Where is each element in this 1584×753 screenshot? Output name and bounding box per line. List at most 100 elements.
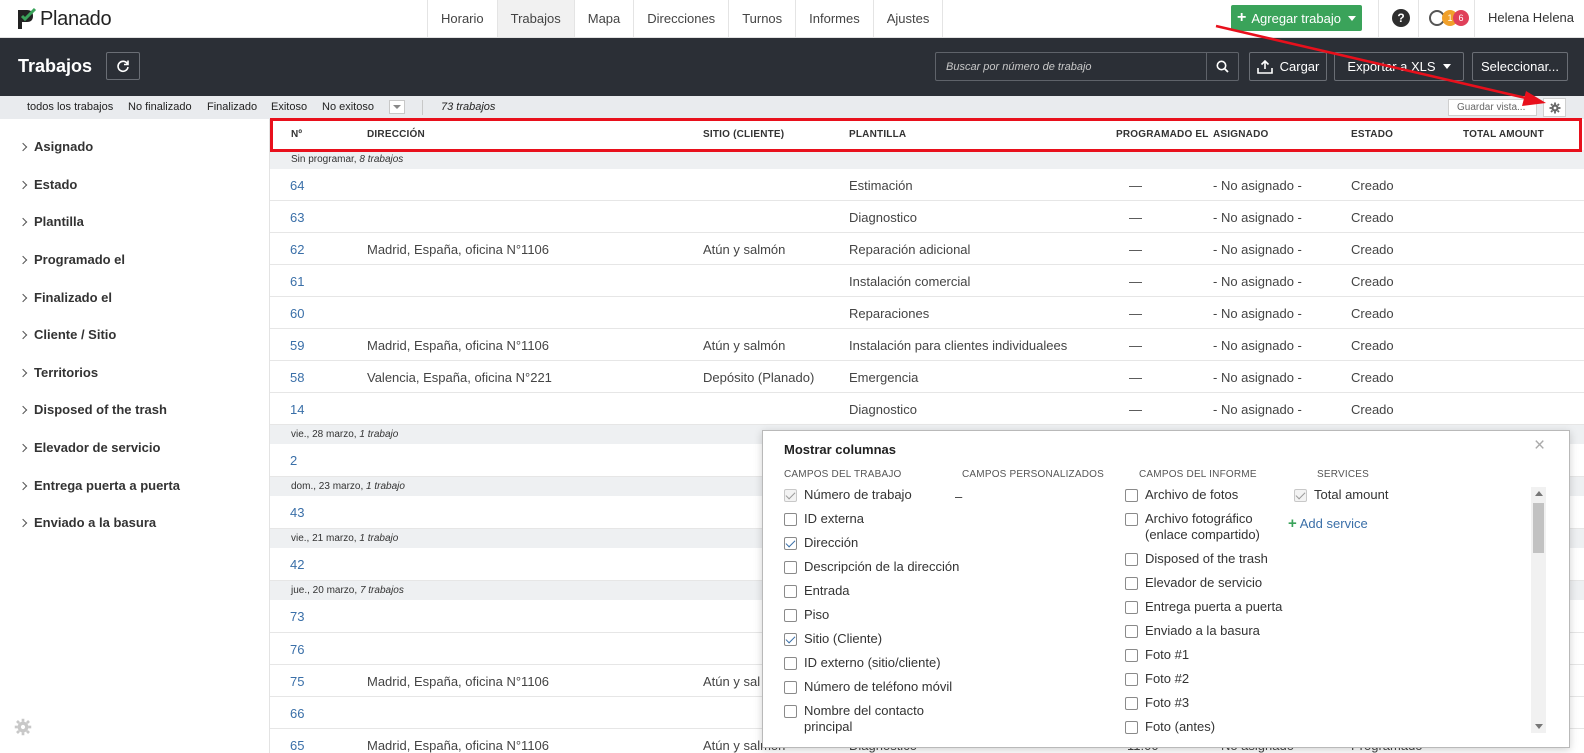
nav-tab-horario[interactable]: Horario — [428, 0, 498, 37]
column-option-contacto-principal[interactable]: Nombre del contacto principal — [784, 703, 934, 735]
column-option-entrada[interactable]: Entrada — [784, 583, 850, 599]
checkbox[interactable] — [1125, 489, 1138, 502]
job-number-link[interactable]: 75 — [290, 674, 304, 689]
checkbox[interactable] — [1294, 489, 1307, 502]
checkbox[interactable] — [1125, 625, 1138, 638]
column-header-address[interactable]: DIRECCIÓN — [367, 129, 425, 140]
sidebar-item-enviado-basura[interactable]: Enviado a la basura — [18, 515, 156, 530]
refresh-button[interactable] — [106, 52, 140, 80]
column-option-foto-3[interactable]: Foto #3 — [1125, 695, 1189, 711]
checkbox[interactable] — [784, 609, 797, 622]
column-option-foto-2[interactable]: Foto #2 — [1125, 671, 1189, 687]
checkbox[interactable] — [784, 705, 797, 718]
job-number-link[interactable]: 73 — [290, 609, 304, 624]
checkbox[interactable] — [784, 657, 797, 670]
checkbox[interactable] — [784, 561, 797, 574]
nav-tab-direcciones[interactable]: Direcciones — [634, 0, 730, 37]
column-header-scheduled[interactable]: PROGRAMADO EL — [1116, 129, 1209, 140]
job-number-link[interactable]: 62 — [290, 242, 304, 257]
checkbox[interactable] — [1125, 697, 1138, 710]
column-option-archivo-fotografico[interactable]: Archivo fotográfico (enlace compartido) — [1125, 511, 1285, 543]
job-number-link[interactable]: 66 — [290, 706, 304, 721]
column-header-total-amount[interactable]: TOTAL AMOUNT — [1463, 129, 1544, 140]
dialog-scrollbar[interactable] — [1531, 487, 1546, 733]
column-option-piso[interactable]: Piso — [784, 607, 829, 623]
scroll-up-arrow-icon[interactable] — [1535, 491, 1543, 496]
column-option-entrega[interactable]: Entrega puerta a puerta — [1125, 599, 1282, 615]
scroll-down-arrow-icon[interactable] — [1535, 724, 1543, 729]
filter-tab-successful[interactable]: Exitoso — [271, 101, 307, 113]
more-filters-dropdown[interactable] — [389, 100, 405, 114]
sidebar-settings-button[interactable] — [14, 718, 32, 739]
table-row[interactable]: 64 Estimación — - No asignado - Creado — [270, 169, 1584, 201]
nav-tab-turnos[interactable]: Turnos — [729, 0, 797, 37]
checkbox[interactable] — [1125, 601, 1138, 614]
table-row[interactable]: 58 Valencia, España, oficina N°221 Depós… — [270, 361, 1584, 393]
column-settings-button[interactable] — [1543, 98, 1566, 117]
column-option-disposed-trash[interactable]: Disposed of the trash — [1125, 551, 1268, 567]
user-menu[interactable]: Helena Helena — [1488, 10, 1574, 25]
job-number-link[interactable]: 59 — [290, 338, 304, 353]
filter-tab-not-finished[interactable]: No finalizado — [128, 101, 192, 113]
search-input[interactable] — [936, 53, 1206, 80]
checkbox[interactable] — [784, 585, 797, 598]
select-button[interactable]: Seleccionar... — [1472, 52, 1568, 81]
sidebar-item-finalizado[interactable]: Finalizado el — [18, 290, 112, 305]
add-service-link[interactable]: + Add service — [1288, 515, 1368, 532]
sidebar-item-plantilla[interactable]: Plantilla — [18, 214, 84, 229]
export-xls-button[interactable]: Exportar a XLS — [1334, 52, 1464, 81]
column-header-template[interactable]: PLANTILLA — [849, 129, 906, 140]
job-number-link[interactable]: 60 — [290, 306, 304, 321]
column-option-archivo-fotos[interactable]: Archivo de fotos — [1125, 487, 1238, 503]
nav-tab-mapa[interactable]: Mapa — [575, 0, 635, 37]
column-option-descripcion-direccion[interactable]: Descripción de la dirección — [784, 559, 959, 575]
checkbox[interactable] — [784, 537, 797, 550]
checkbox[interactable] — [1125, 721, 1138, 734]
column-option-numero-trabajo[interactable]: Número de trabajo — [784, 487, 912, 503]
column-option-direccion[interactable]: Dirección — [784, 535, 858, 551]
job-number-link[interactable]: 42 — [290, 557, 304, 572]
help-icon[interactable]: ? — [1392, 9, 1410, 27]
column-option-enviado-basura[interactable]: Enviado a la basura — [1125, 623, 1260, 639]
column-header-assigned[interactable]: ASIGNADO — [1213, 129, 1269, 140]
sidebar-item-territorios[interactable]: Territorios — [18, 365, 98, 380]
job-number-link[interactable]: 58 — [290, 370, 304, 385]
checkbox[interactable] — [1125, 553, 1138, 566]
sidebar-item-entrega[interactable]: Entrega puerta a puerta — [18, 478, 180, 493]
job-number-link[interactable]: 14 — [290, 402, 304, 417]
column-option-elevador[interactable]: Elevador de servicio — [1125, 575, 1262, 591]
filter-tab-unsuccessful[interactable]: No exitoso — [322, 101, 374, 113]
sidebar-item-asignado[interactable]: Asignado — [18, 139, 93, 154]
save-view-input[interactable]: Guardar vista... — [1448, 99, 1537, 116]
column-option-id-externo-sitio[interactable]: ID externo (sitio/cliente) — [784, 655, 941, 671]
checkbox[interactable] — [1125, 513, 1138, 526]
sidebar-item-programado[interactable]: Programado el — [18, 252, 125, 267]
sidebar-item-cliente-sitio[interactable]: Cliente / Sitio — [18, 327, 116, 342]
job-number-link[interactable]: 76 — [290, 642, 304, 657]
filter-tab-all[interactable]: todos los trabajos — [27, 101, 113, 113]
table-row[interactable]: 59 Madrid, España, oficina N°1106 Atún y… — [270, 329, 1584, 361]
checkbox[interactable] — [784, 513, 797, 526]
nav-tab-ajustes[interactable]: Ajustes — [874, 0, 944, 37]
checkbox[interactable] — [1125, 577, 1138, 590]
column-option-telefono-movil[interactable]: Número de teléfono móvil — [784, 679, 952, 695]
table-row[interactable]: 62 Madrid, España, oficina N°1106 Atún y… — [270, 233, 1584, 265]
table-row[interactable]: 61 Instalación comercial — - No asignado… — [270, 265, 1584, 297]
column-header-number[interactable]: Nº — [291, 129, 302, 140]
nav-tab-informes[interactable]: Informes — [796, 0, 874, 37]
search-button[interactable] — [1206, 53, 1238, 80]
checkbox[interactable] — [1125, 649, 1138, 662]
add-job-button[interactable]: + Agregar trabajo — [1231, 5, 1362, 31]
table-row[interactable]: 60 Reparaciones — - No asignado - Creado — [270, 297, 1584, 329]
column-header-status[interactable]: ESTADO — [1351, 129, 1393, 140]
column-header-site[interactable]: SITIO (CLIENTE) — [703, 129, 784, 140]
job-number-link[interactable]: 64 — [290, 178, 304, 193]
notifications[interactable]: 1 6 — [1429, 8, 1475, 28]
job-number-link[interactable]: 65 — [290, 738, 304, 753]
checkbox[interactable] — [784, 489, 797, 502]
column-option-sitio-cliente[interactable]: Sitio (Cliente) — [784, 631, 882, 647]
job-number-link[interactable]: 63 — [290, 210, 304, 225]
nav-tab-trabajos[interactable]: Trabajos — [497, 0, 575, 37]
checkbox[interactable] — [784, 633, 797, 646]
table-row[interactable]: 63 Diagnostico — - No asignado - Creado — [270, 201, 1584, 233]
